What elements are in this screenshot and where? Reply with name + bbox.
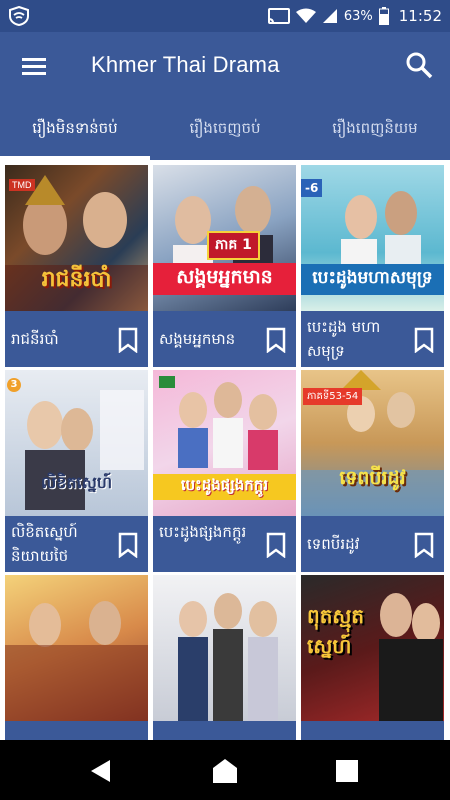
menu-icon[interactable] [20,52,50,80]
status-bar: 63% 11:52 [0,0,450,32]
app-title: Khmer Thai Drama [91,52,280,77]
drama-thumbnail [5,575,148,721]
drama-thumbnail: ភាគទី53-54 ទេពបីរដូវ [301,370,444,516]
poster-title: សង្គមអ្នកមាន [153,263,296,295]
battery-percentage: 63% [343,8,373,24]
drama-card[interactable]: ពុតស្មុត ស្នេហ៍ [301,575,444,740]
drama-card[interactable] [153,575,296,740]
back-icon[interactable] [88,758,114,784]
poster-title: រាជនីរបាំ [41,267,112,292]
bookmark-icon[interactable] [414,532,434,558]
bookmark-icon[interactable] [118,532,138,558]
drama-card[interactable]: TMD រាជនីរបាំ រាជនីរបាំ [5,165,148,367]
bookmark-icon[interactable] [266,532,286,558]
tab-completed[interactable]: រឿងចេញចប់ [150,100,300,160]
shield-wifi-icon [9,6,29,26]
drama-thumbnail: TMD រាជនីរបាំ [5,165,148,311]
bookmark-icon[interactable] [266,327,286,353]
cast-icon [267,8,290,24]
tab-ongoing[interactable]: រឿងមិនទាន់ចប់ [0,100,150,160]
poster-title: បេះដូងផ្សងកក្តូរ [153,474,296,500]
channel-badge [159,376,175,388]
card-info: បេះដូង មហាសមុទ្រ [301,311,444,367]
poster-title: ទេពបីរដូវ [339,467,406,489]
card-info: បេះដូងផ្សងកក្តូរ [153,516,296,572]
bookmark-icon[interactable] [414,327,434,353]
battery-icon [378,7,389,25]
system-nav-bar [0,740,450,800]
drama-thumbnail: 3 លិខិតស្នេហ៍ [5,370,148,516]
poster-title: បេះដូងមហាសមុទ្រ [301,264,444,295]
app-bar: Khmer Thai Drama [0,32,450,100]
channel-badge: TMD [9,179,35,191]
episode-badge: ភាគ 1 [207,231,260,260]
drama-thumbnail: បេះដូងផ្សងកក្តូរ [153,370,296,516]
drama-card[interactable]: បេះដូងផ្សងកក្តូរ បេះដូងផ្សងកក្តូរ [153,370,296,572]
episode-badge: -6 [301,179,323,197]
drama-card[interactable]: ភាគទី53-54 ទេពបីរដូវ ទេពបីរដូវ [301,370,444,572]
wifi-icon [295,8,316,23]
tab-bar: រឿងមិនទាន់ចប់ រឿងចេញចប់ រឿងពេញនិយម [0,100,450,160]
home-icon[interactable] [212,758,238,784]
card-info: សង្គមអ្នកមាន [153,311,296,367]
card-info: ទេពបីរដូវ [301,516,444,572]
poster-title: លិខិតស្នេហ៍ [40,473,113,492]
signal-icon [322,9,337,23]
poster-title: ពុតស្មុត ស្នេហ៍ [307,604,365,658]
drama-title: ទេពបីរដូវ [307,535,360,553]
drama-thumbnail: ពុតស្មុត ស្នេហ៍ [301,575,444,721]
poster-art [5,601,148,721]
drama-title: រាជនីរបាំ [11,330,59,348]
bookmark-icon[interactable] [118,327,138,353]
drama-title: លិខិតស្នេហ៍ និយាយថៃ [11,523,78,565]
search-icon[interactable] [404,50,434,80]
clock: 11:52 [398,7,442,25]
drama-thumbnail: -6 បេះដូងមហាសមុទ្រ [301,165,444,311]
drama-title: បេះដូងផ្សងកក្តូរ [159,523,247,541]
drama-title: បេះដូង មហាសមុទ្រ [307,318,381,360]
recents-icon[interactable] [334,758,360,784]
drama-card[interactable]: 3 លិខិតស្នេហ៍ លិខិតស្នេហ៍ និយាយថៃ [5,370,148,572]
card-info: រាជនីរបាំ [5,311,148,367]
episode-badge: 3 [7,378,21,392]
drama-grid: TMD រាជនីរបាំ រាជនីរបាំ ភាគ 1 សង្គមអ្នកម… [0,160,450,740]
card-info: លិខិតស្នេហ៍ និយាយថៃ [5,516,148,572]
drama-card[interactable]: ភាគ 1 សង្គមអ្នកមាន សង្គមអ្នកមាន [153,165,296,367]
drama-thumbnail [153,575,296,721]
drama-thumbnail: ភាគ 1 សង្គមអ្នកមាន [153,165,296,311]
drama-card[interactable] [5,575,148,740]
drama-card[interactable]: -6 បេះដូងមហាសមុទ្រ បេះដូង មហាសមុទ្រ [301,165,444,367]
tab-popular[interactable]: រឿងពេញនិយម [300,100,450,160]
episode-badge: ភាគទី53-54 [303,388,363,405]
poster-art [178,593,278,721]
drama-title: សង្គមអ្នកមាន [159,330,236,348]
